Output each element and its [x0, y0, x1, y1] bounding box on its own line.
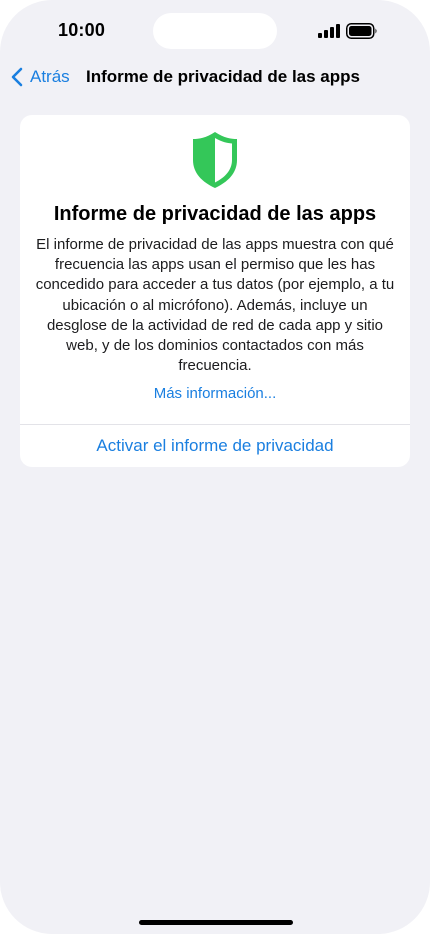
battery-icon	[346, 23, 377, 39]
back-button[interactable]: Atrás	[10, 64, 70, 90]
dynamic-island	[153, 13, 277, 49]
privacy-report-card: Informe de privacidad de las apps El inf…	[20, 115, 410, 467]
nav-title: Informe de privacidad de las apps	[86, 67, 360, 86]
card-description: El informe de privacidad de las apps mue…	[35, 236, 395, 375]
more-info-link[interactable]: Más información...	[20, 385, 410, 402]
chevron-left-icon	[11, 67, 23, 87]
shield-icon	[193, 132, 237, 188]
status-time: 10:00	[58, 20, 106, 40]
activate-privacy-report-button[interactable]: Activar el informe de privacidad	[20, 425, 410, 467]
phone-screen: 10:00 Atrás Informe de privacidad de las…	[0, 0, 430, 934]
navigation-bar: Atrás Informe de privacidad de las apps	[0, 60, 430, 94]
status-bar: 10:00	[0, 0, 430, 60]
card-title: Informe de privacidad de las apps	[53, 203, 377, 225]
home-indicator[interactable]	[139, 920, 293, 925]
back-button-label: Atrás	[30, 67, 70, 86]
cellular-signal-icon	[318, 24, 340, 38]
